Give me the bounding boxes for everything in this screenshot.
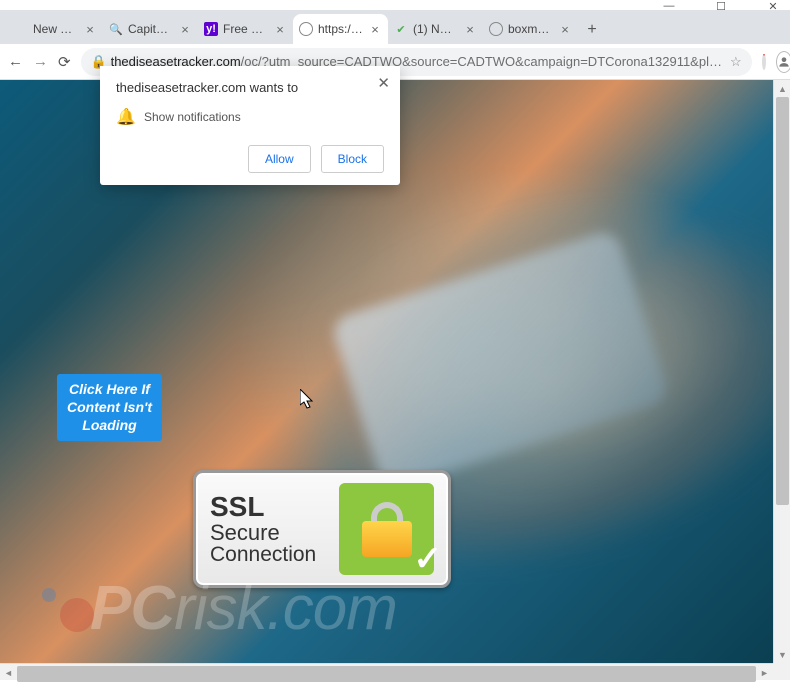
globe-icon xyxy=(299,22,313,36)
forward-button[interactable]: → xyxy=(33,53,48,70)
minimize-button[interactable]: — xyxy=(654,0,684,12)
notification-title: thediseasetracker.com wants to xyxy=(116,80,384,95)
scroll-right-button[interactable]: ► xyxy=(756,664,773,681)
tab-title: CapitaSec xyxy=(128,22,173,36)
globe-icon xyxy=(489,22,503,36)
notification-permission-prompt: ✕ thediseasetracker.com wants to 🔔 Show … xyxy=(100,66,400,185)
scroll-left-button[interactable]: ◄ xyxy=(0,664,17,681)
scroll-thumb[interactable] xyxy=(776,97,789,505)
tab-1[interactable]: 🔍 CapitaSec × xyxy=(103,14,198,44)
tab-3-active[interactable]: https://the × xyxy=(293,14,388,44)
search-icon: 🔍 xyxy=(109,22,123,36)
tab-title: Free Data xyxy=(223,22,268,36)
tab-title: https://the xyxy=(318,22,363,36)
person-icon xyxy=(777,55,790,69)
maximize-button[interactable]: ☐ xyxy=(706,0,736,13)
tab-title: boxmattre xyxy=(508,22,553,36)
close-icon[interactable]: × xyxy=(558,22,572,37)
padlock-icon xyxy=(362,502,412,557)
close-window-button[interactable]: ✕ xyxy=(758,0,788,13)
watermark-risk: risk.com xyxy=(174,573,397,644)
checkmark-icon: ✓ xyxy=(414,539,443,579)
tab-title: (1) Notific xyxy=(413,22,458,36)
close-icon[interactable]: × xyxy=(273,22,287,37)
cta-line: Loading xyxy=(67,416,152,434)
profile-avatar[interactable] xyxy=(776,51,790,73)
tab-icon-blank xyxy=(14,22,28,36)
ssl-line: Secure xyxy=(210,521,316,544)
ssl-line: Connection xyxy=(210,544,316,566)
window-controls: — ☐ ✕ xyxy=(0,0,790,10)
close-icon[interactable]: × xyxy=(83,22,97,37)
scroll-corner xyxy=(773,663,790,680)
close-icon[interactable]: ✕ xyxy=(377,74,390,92)
loading-cta-banner[interactable]: Click Here If Content Isn't Loading xyxy=(57,374,162,441)
notification-text: Show notifications xyxy=(144,110,241,124)
scroll-down-button[interactable]: ▼ xyxy=(774,646,790,663)
mouse-cursor-icon xyxy=(300,389,316,411)
bug-icon xyxy=(40,582,94,636)
tab-5[interactable]: boxmattre × xyxy=(483,14,578,44)
close-icon[interactable]: × xyxy=(463,22,477,37)
bookmark-star-icon[interactable]: ☆ xyxy=(730,54,742,70)
close-icon[interactable]: × xyxy=(368,22,382,37)
tab-0[interactable]: New Tab × xyxy=(8,14,103,44)
shield-icon: ✔ xyxy=(394,22,408,36)
watermark-pc: PC xyxy=(90,573,174,644)
ssl-line: SSL xyxy=(210,492,316,521)
scroll-up-button[interactable]: ▲ xyxy=(774,80,790,97)
allow-button[interactable]: Allow xyxy=(248,145,311,173)
tab-strip: New Tab × 🔍 CapitaSec × y! Free Data × h… xyxy=(0,10,790,44)
pcrisk-watermark: PCrisk.com xyxy=(40,573,397,644)
cta-line: Content Isn't xyxy=(67,398,152,416)
tab-4[interactable]: ✔ (1) Notific × xyxy=(388,14,483,44)
vertical-scrollbar[interactable]: ▲ ▼ xyxy=(773,80,790,663)
bell-icon: 🔔 xyxy=(116,107,132,127)
ssl-lock-panel: ✓ xyxy=(339,483,434,575)
ssl-badge: SSL Secure Connection ✓ xyxy=(193,470,451,588)
back-button[interactable]: ← xyxy=(8,53,23,70)
close-icon[interactable]: × xyxy=(178,22,192,37)
ssl-text: SSL Secure Connection xyxy=(210,492,316,567)
tab-2[interactable]: y! Free Data × xyxy=(198,14,293,44)
tab-title: New Tab xyxy=(33,22,78,36)
new-tab-button[interactable]: + xyxy=(578,16,606,44)
cta-line: Click Here If xyxy=(67,380,152,398)
loading-indicator-icon xyxy=(762,54,766,70)
yahoo-icon: y! xyxy=(204,22,218,36)
reload-button[interactable]: ⟳ xyxy=(58,53,71,71)
horizontal-scrollbar[interactable]: ◄ ► xyxy=(0,663,773,680)
block-button[interactable]: Block xyxy=(321,145,384,173)
